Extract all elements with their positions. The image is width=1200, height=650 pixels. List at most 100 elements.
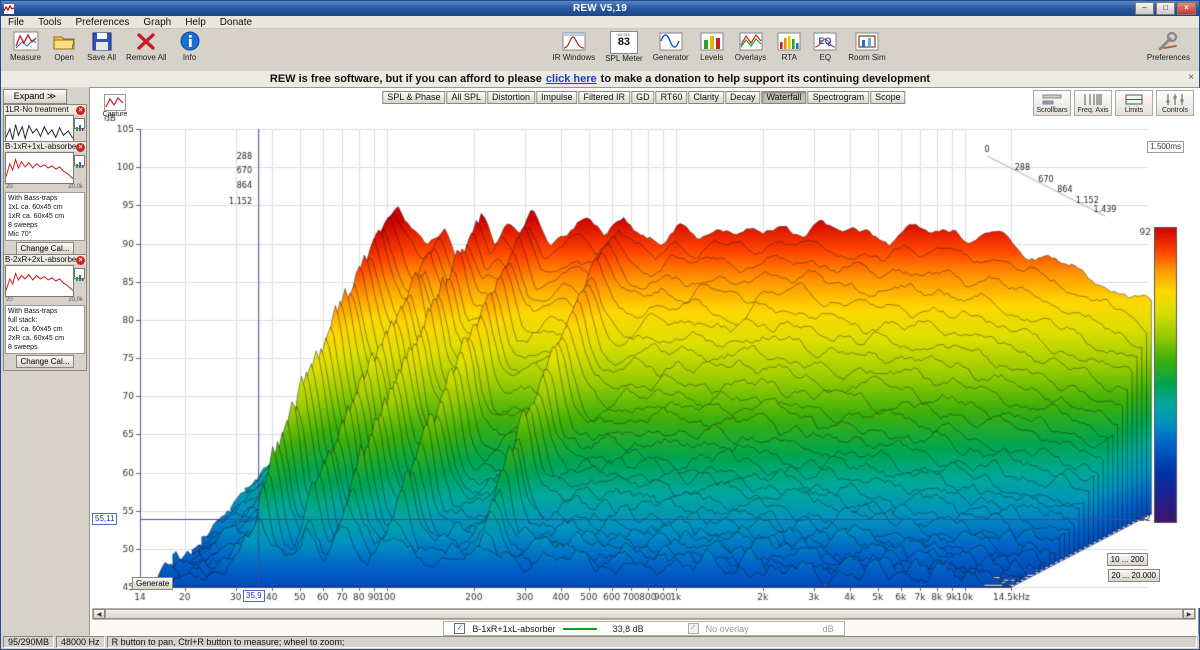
measurement-graph-icon[interactable] xyxy=(74,155,85,166)
legend-box: ✓ B-1xR+1xL-absorber 33,8 dB ✓ No overla… xyxy=(443,621,844,636)
remove-all-icon xyxy=(133,30,159,53)
banner-text-before: REW is free software, but if you can aff… xyxy=(270,73,542,85)
generator-icon xyxy=(658,30,684,53)
rta-icon xyxy=(776,30,802,53)
expand-sidebar-button[interactable]: Expand ≫ xyxy=(3,89,67,104)
trace-visible-checkbox[interactable]: ✓ xyxy=(454,623,465,634)
cursor-level-readout: 55,11 xyxy=(92,513,117,525)
capture-icon xyxy=(104,94,126,111)
info-button[interactable]: Info xyxy=(172,30,208,62)
graph-tools: Scrollbars Freq. Axis Limits Controls xyxy=(1033,90,1194,116)
menu-graph[interactable]: Graph xyxy=(136,17,178,28)
freq-axis-button[interactable]: Freq. Axis xyxy=(1074,90,1112,116)
maximize-button[interactable]: □ xyxy=(1156,2,1175,15)
limits-icon xyxy=(1124,93,1144,106)
horizontal-scrollbar[interactable]: ◀ ▶ xyxy=(92,608,1196,620)
banner-close-icon[interactable]: × xyxy=(1188,72,1194,83)
scrollbars-icon xyxy=(1042,93,1062,106)
limits-button[interactable]: Limits xyxy=(1115,90,1153,116)
legend-trace-name: B-1xR+1xL-absorber xyxy=(472,624,555,634)
tab-all-spl[interactable]: All SPL xyxy=(447,91,487,104)
tab-gd[interactable]: GD xyxy=(631,91,655,104)
overlay-checkbox[interactable]: ✓ xyxy=(688,623,699,634)
wrench-icon xyxy=(1155,30,1181,53)
remove-measurement-icon[interactable]: × xyxy=(76,256,85,265)
levels-icon xyxy=(699,30,725,53)
scrollbars-button[interactable]: Scrollbars xyxy=(1033,90,1071,116)
legend-cursor-value: 33,8 dB xyxy=(604,624,644,634)
title-bar: REW V5,19 – □ × xyxy=(1,1,1199,16)
controls-icon xyxy=(1165,93,1185,106)
info-icon xyxy=(177,30,203,53)
tab-distortion[interactable]: Distortion xyxy=(487,91,535,104)
tab-clarity[interactable]: Clarity xyxy=(688,91,724,104)
tab-decay[interactable]: Decay xyxy=(725,91,761,104)
scroll-left-icon[interactable]: ◀ xyxy=(93,609,105,619)
change-cal-button[interactable]: Change Cal... xyxy=(16,355,75,368)
save-all-button[interactable]: Save All xyxy=(82,30,121,62)
controls-button[interactable]: Controls xyxy=(1156,90,1194,116)
generate-button[interactable]: Generate xyxy=(132,577,173,590)
measurement-graph-icon[interactable] xyxy=(74,268,85,279)
remove-all-button[interactable]: Remove All xyxy=(121,30,171,62)
waterfall-plot[interactable] xyxy=(90,88,1200,608)
measurement-name: B-1xR+1xL-absorber xyxy=(4,142,86,151)
levels-button[interactable]: Levels xyxy=(694,30,730,63)
tab-scope[interactable]: Scope xyxy=(870,91,906,104)
thumbnail-axis: 20 20,0k xyxy=(4,184,86,191)
close-button[interactable]: × xyxy=(1177,2,1196,15)
thumbnail-axis: 20 20,0k xyxy=(4,297,86,304)
remove-measurement-icon[interactable]: × xyxy=(76,106,85,115)
scrollbar-thumb[interactable] xyxy=(105,609,1183,619)
save-icon xyxy=(89,30,115,53)
spl-meter-button[interactable]: dB SPL 83 SPL Meter xyxy=(600,30,648,63)
tab-spectrogram[interactable]: Spectrogram xyxy=(808,91,870,104)
tab-impulse[interactable]: Impulse xyxy=(536,91,578,104)
range-preset-10-200-button[interactable]: 10 ... 200 xyxy=(1107,553,1148,566)
tab-filtered-ir[interactable]: Filtered IR xyxy=(579,91,631,104)
overlays-icon xyxy=(738,30,764,53)
open-button[interactable]: Open xyxy=(46,30,82,62)
measurement-card-2[interactable]: B-1xR+1xL-absorber × 20 20,0k With Bass-… xyxy=(3,141,87,258)
ir-windows-button[interactable]: IR Windows xyxy=(548,30,601,63)
preferences-button[interactable]: Preferences xyxy=(1142,30,1195,62)
legend-line-sample xyxy=(563,628,597,630)
remove-measurement-icon[interactable]: × xyxy=(76,143,85,152)
tab-spl-phase[interactable]: SPL & Phase xyxy=(382,91,445,104)
menu-preferences[interactable]: Preferences xyxy=(68,17,136,28)
donation-link[interactable]: click here xyxy=(546,73,597,85)
menu-tools[interactable]: Tools xyxy=(31,17,68,28)
minimize-button[interactable]: – xyxy=(1135,2,1154,15)
graph-tab-bar: SPL & Phase All SPL Distortion Impulse F… xyxy=(382,91,905,104)
rew-application-window: { "window": {"title": "REW V5,19"}, "ico… xyxy=(0,0,1200,650)
thumbnail-trace xyxy=(6,153,73,183)
measurement-graph-icon[interactable] xyxy=(74,118,85,129)
rta-button[interactable]: RTA xyxy=(771,30,807,63)
measurement-notes[interactable]: With Bass-traps 1xL ca. 60x45 cm 1xR ca.… xyxy=(5,192,85,241)
generator-button[interactable]: Generator xyxy=(648,30,694,63)
banner-text-after: to make a donation to help support its c… xyxy=(601,73,930,85)
eq-icon: EQ xyxy=(812,30,838,53)
tab-rt60[interactable]: RT60 xyxy=(656,91,688,104)
overlays-button[interactable]: Overlays xyxy=(730,30,772,63)
time-axis-end-readout[interactable]: 1.500ms xyxy=(1147,141,1184,153)
room-sim-button[interactable]: Room Sim xyxy=(843,30,890,63)
range-preset-20-20000-button[interactable]: 20 ... 20.000 xyxy=(1108,569,1160,582)
menu-help[interactable]: Help xyxy=(178,17,213,28)
menu-donate[interactable]: Donate xyxy=(213,17,259,28)
memory-status: 95/290MB xyxy=(3,636,54,648)
thumbnail-trace xyxy=(6,266,73,296)
measurement-card-3[interactable]: B-2xR+2xL-absorber × 20 20,0k With Bass-… xyxy=(3,254,87,371)
measurement-name: 1LR-No treatment xyxy=(4,105,86,114)
capture-button[interactable]: Capture xyxy=(98,94,132,118)
tab-waterfall[interactable]: Waterfall xyxy=(761,91,806,104)
measurement-name: B-2xR+2xL-absorber xyxy=(4,255,86,264)
measure-button[interactable]: Measure xyxy=(5,30,46,62)
measurement-notes[interactable]: With Bass-traps full stack: 2xL ca. 60x4… xyxy=(5,305,85,354)
legend-strip: ✓ B-1xR+1xL-absorber 33,8 dB ✓ No overla… xyxy=(90,621,1198,636)
menu-file[interactable]: File xyxy=(1,17,31,28)
status-bar: 95/290MB 48000 Hz R button to pan, Ctrl+… xyxy=(1,635,1199,649)
scroll-right-icon[interactable]: ▶ xyxy=(1183,609,1195,619)
cursor-frequency-readout: 35,9 xyxy=(243,590,265,602)
eq-button[interactable]: EQ EQ xyxy=(807,30,843,63)
